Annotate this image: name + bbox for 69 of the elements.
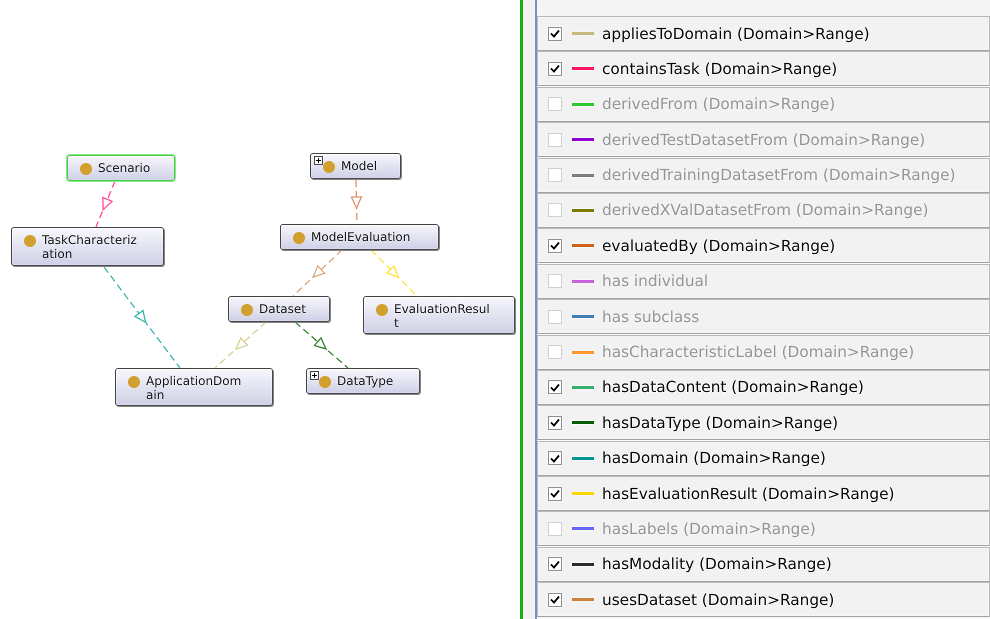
class-name: TaskCharacterization (42, 233, 138, 261)
checkbox[interactable] (548, 310, 562, 324)
property-label: derivedFrom (Domain>Range) (602, 95, 836, 114)
property-label: containsTask (Domain>Range) (602, 60, 838, 78)
checkbox[interactable] (548, 168, 562, 182)
checkbox[interactable] (548, 62, 562, 76)
property-label: has individual (602, 272, 708, 290)
class-icon (293, 232, 305, 244)
property-label: hasDataType (Domain>Range) (602, 414, 838, 432)
property-row[interactable]: evaluatedBy (Domain>Range) (537, 228, 990, 264)
checkbox[interactable] (548, 416, 562, 430)
property-label: derivedXValDatasetFrom (Domain>Range) (602, 201, 928, 220)
class-name: Dataset (259, 302, 306, 316)
checkbox[interactable] (548, 486, 562, 501)
checkbox[interactable] (548, 557, 562, 572)
property-row[interactable]: usesDataset (Domain>Range) (537, 582, 990, 618)
property-label: evaluatedBy (Domain>Range) (602, 236, 836, 255)
class-icon (319, 376, 331, 388)
class-node[interactable]: TaskCharacterization (11, 227, 164, 266)
property-label: hasEvaluationResult (Domain>Range) (602, 484, 894, 503)
expand-icon[interactable] (314, 156, 323, 165)
property-label: hasLabels (Domain>Range) (602, 520, 816, 538)
checkbox[interactable] (548, 132, 562, 147)
class-icon (128, 376, 140, 388)
class-icon (24, 235, 36, 247)
expand-icon[interactable] (310, 371, 319, 380)
class-name: ApplicationDomain (146, 374, 242, 402)
property-row[interactable]: containsTask (Domain>Range) (537, 51, 990, 86)
property-label: derivedTestDatasetFrom (Domain>Range) (602, 130, 926, 149)
class-name: Model (341, 159, 378, 173)
class-node[interactable]: Dataset (228, 296, 330, 322)
class-node[interactable]: Scenario (67, 155, 175, 181)
property-label: hasModality (Domain>Range) (602, 555, 832, 574)
checkbox[interactable] (548, 97, 562, 112)
class-icon (241, 304, 253, 316)
class-name: EvaluationResult (394, 302, 491, 330)
checkbox[interactable] (548, 592, 562, 607)
class-node[interactable]: DataType (306, 368, 420, 394)
class-node[interactable]: ModelEvaluation (280, 224, 439, 250)
class-node[interactable]: EvaluationResult (363, 296, 515, 334)
class-name: Scenario (98, 161, 150, 175)
property-label: hasCharacteristicLabel (Domain>Range) (602, 343, 914, 362)
class-name: DataType (337, 374, 394, 388)
class-node[interactable]: Model (310, 153, 401, 179)
checkbox[interactable] (548, 203, 562, 218)
property-label: hasDomain (Domain>Range) (602, 449, 826, 468)
property-row[interactable]: hasDataContent (Domain>Range) (537, 370, 990, 405)
property-row[interactable]: hasDataType (Domain>Range) (537, 405, 990, 440)
property-row[interactable]: hasDomain (Domain>Range) (537, 440, 990, 476)
checkbox[interactable] (548, 451, 562, 466)
property-row[interactable]: hasEvaluationResult (Domain>Range) (537, 476, 990, 512)
class-name: ModelEvaluation (311, 230, 410, 244)
property-label: has subclass (602, 308, 700, 326)
class-icon (323, 161, 335, 173)
class-icon (376, 304, 388, 316)
property-row[interactable]: appliesToDomain (Domain>Range) (537, 16, 990, 51)
class-icon (80, 163, 92, 175)
checkbox[interactable] (548, 345, 562, 360)
property-label: derivedTrainingDatasetFrom (Domain>Range) (602, 166, 956, 184)
checkbox[interactable] (548, 26, 562, 40)
property-label: usesDataset (Domain>Range) (602, 590, 834, 609)
checkbox[interactable] (548, 238, 562, 253)
property-row[interactable]: hasModality (Domain>Range) (537, 546, 990, 582)
checkbox[interactable] (548, 380, 562, 394)
property-label: hasDataContent (Domain>Range) (602, 378, 864, 396)
checkbox[interactable] (548, 522, 562, 536)
class-node[interactable]: ApplicationDomain (115, 368, 273, 406)
property-label: appliesToDomain (Domain>Range) (602, 24, 870, 42)
checkbox[interactable] (548, 274, 562, 288)
